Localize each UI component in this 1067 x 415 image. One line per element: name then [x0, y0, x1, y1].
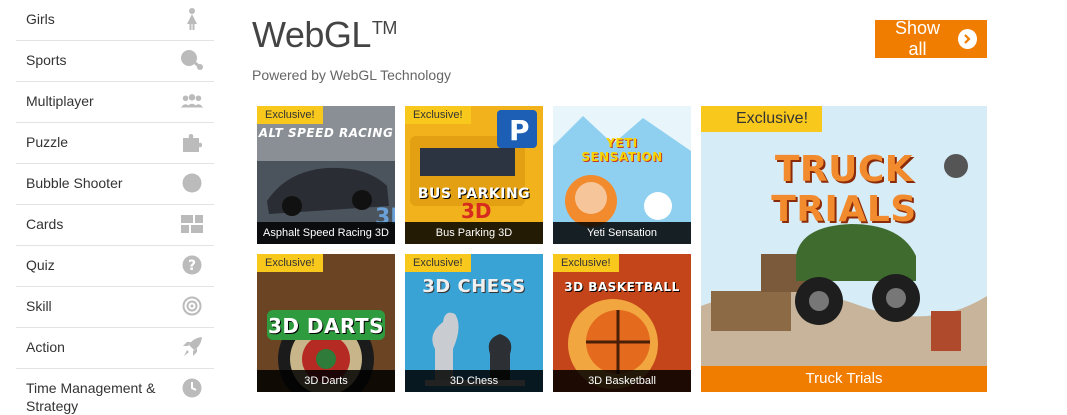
- game-tile-bus-parking[interactable]: P 3D BUS PARKING Exclusive! Bus Parking …: [405, 106, 543, 244]
- sidebar-item-puzzle[interactable]: Puzzle: [16, 123, 214, 164]
- sidebar-item-quiz[interactable]: Quiz ?: [16, 246, 214, 287]
- sidebar-item-sports[interactable]: Sports: [16, 41, 214, 82]
- game-art-title: BUS PARKING: [417, 186, 531, 202]
- game-tile-yeti[interactable]: YETI SENSATION Yeti Sensation: [553, 106, 691, 244]
- game-tile-darts[interactable]: 3D DARTS Exclusive! 3D Darts: [257, 254, 395, 392]
- page-subtitle: Powered by WebGL Technology: [252, 67, 451, 83]
- exclusive-badge: Exclusive!: [257, 254, 323, 272]
- page-title-text: WebGL: [252, 14, 371, 55]
- sidebar-item-label: Cards: [26, 216, 64, 232]
- game-title: 3D Darts: [257, 370, 395, 392]
- sidebar-item-label: Girls: [26, 11, 55, 27]
- exclusive-badge: Exclusive!: [701, 106, 823, 132]
- show-all-button[interactable]: Show all: [875, 18, 987, 59]
- sidebar-item-label: Time Management & Strategy: [26, 380, 156, 414]
- sidebar-item-multiplayer[interactable]: Multiplayer: [16, 82, 214, 123]
- svg-text:P: P: [509, 114, 530, 147]
- puzzle-icon: [180, 131, 204, 153]
- exclusive-badge: Exclusive!: [405, 254, 471, 272]
- sidebar-item-label: Multiplayer: [26, 93, 94, 109]
- sidebar-item-girls[interactable]: Girls: [16, 0, 214, 41]
- page-title: WebGLTM: [252, 14, 397, 56]
- game-tile-basketball[interactable]: 3D BASKETBALL Exclusive! 3D Basketball: [553, 254, 691, 392]
- game-art-title: YETI SENSATION: [581, 136, 663, 164]
- game-art-title: TRUCK TRIALS: [771, 149, 917, 230]
- svg-text:?: ?: [188, 258, 196, 274]
- people-icon: [180, 90, 204, 112]
- game-title: Bus Parking 3D: [405, 222, 543, 244]
- cards-grid-icon: [180, 213, 204, 235]
- sidebar-item-time-management[interactable]: Time Management & Strategy: [16, 369, 214, 414]
- question-icon: ?: [180, 254, 204, 276]
- target-icon: [180, 295, 204, 317]
- exclusive-badge: Exclusive!: [553, 254, 619, 272]
- sidebar-item-cards[interactable]: Cards: [16, 205, 214, 246]
- game-title: 3D Basketball: [553, 370, 691, 392]
- svg-text:3D: 3D: [461, 199, 492, 223]
- sidebar-item-skill[interactable]: Skill: [16, 287, 214, 328]
- sidebar-item-label: Action: [26, 339, 65, 355]
- chevron-right-icon: [957, 29, 977, 49]
- game-art-title: 3D BASKETBALL: [564, 280, 680, 294]
- game-art-title: 3D DARTS: [267, 314, 385, 338]
- category-sidebar: Girls Sports Multiplayer Puzzle Bubble S…: [16, 0, 214, 414]
- game-title: 3D Chess: [405, 370, 543, 392]
- girl-icon: [180, 8, 204, 30]
- game-art-title: 3D CHESS: [422, 276, 526, 297]
- exclusive-badge: Exclusive!: [405, 106, 471, 124]
- rocket-icon: [180, 336, 204, 358]
- trademark-mark: TM: [371, 18, 398, 38]
- clock-icon: [180, 377, 204, 399]
- sidebar-item-label: Quiz: [26, 257, 55, 273]
- sidebar-item-bubble-shooter[interactable]: Bubble Shooter: [16, 164, 214, 205]
- game-art-title: ALT SPEED RACING: [258, 126, 394, 140]
- sidebar-item-label: Skill: [26, 298, 52, 314]
- ping-pong-icon: [180, 49, 204, 71]
- game-title: Asphalt Speed Racing 3D: [257, 222, 395, 244]
- game-tile-asphalt[interactable]: 3D ALT SPEED RACING Exclusive! Asphalt S…: [257, 106, 395, 244]
- sidebar-item-label: Sports: [26, 52, 67, 68]
- bubble-icon: [180, 172, 204, 194]
- sidebar-item-label: Puzzle: [26, 134, 69, 150]
- sidebar-item-action[interactable]: Action: [16, 328, 214, 369]
- game-title: Truck Trials: [701, 366, 987, 392]
- featured-game-tile[interactable]: TRUCK TRIALS Exclusive! Truck Trials: [701, 106, 987, 392]
- sidebar-item-label: Bubble Shooter: [26, 175, 123, 191]
- exclusive-badge: Exclusive!: [257, 106, 323, 124]
- game-title: Yeti Sensation: [553, 222, 691, 244]
- game-tile-chess[interactable]: 3D CHESS Exclusive! 3D Chess: [405, 254, 543, 392]
- show-all-label: Show all: [894, 18, 940, 59]
